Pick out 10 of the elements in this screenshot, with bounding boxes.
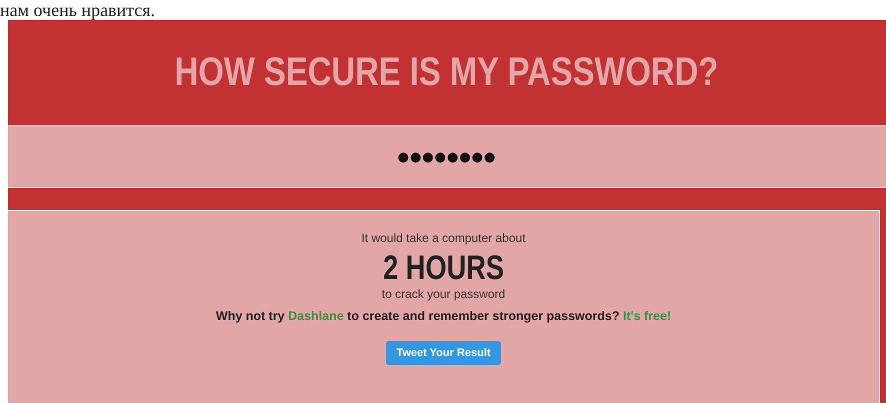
tweet-button[interactable]: Tweet Your Result [386, 341, 501, 365]
intro-text: It would take a computer about [361, 231, 526, 245]
crack-time: 2 HOURS [383, 249, 504, 287]
page-text: нам очень нравится. [0, 0, 156, 20]
free-link[interactable]: It's free! [622, 309, 672, 323]
outro-text: to crack your password [382, 287, 506, 301]
dashlane-link[interactable]: Dashlane [288, 309, 344, 323]
promo-text: Why not try Dashlane to create and remember stronger passwords? It's free! [216, 309, 672, 323]
password-field[interactable]: ●●●●●●●● [345, 148, 549, 166]
page-title: HOW SECURE IS MY PASSWORD? [175, 50, 719, 95]
